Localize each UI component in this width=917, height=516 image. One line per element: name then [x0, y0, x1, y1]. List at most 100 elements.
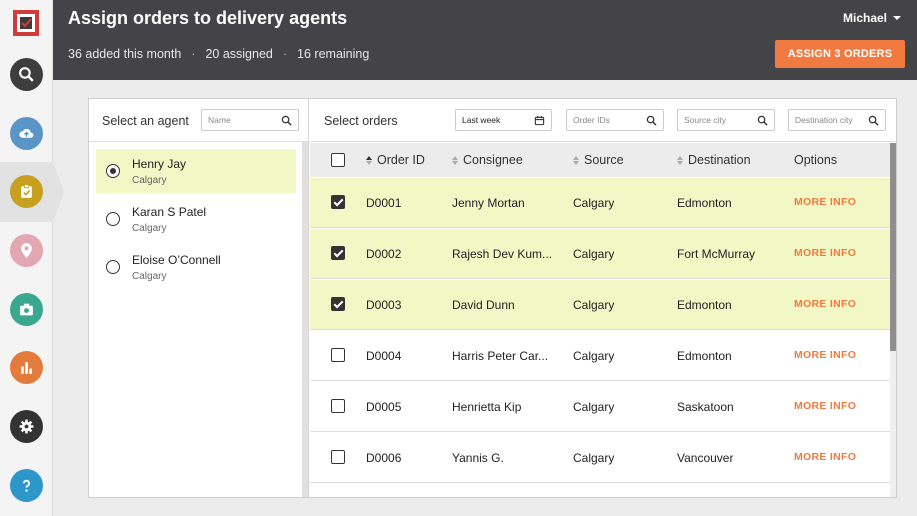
order-id-input[interactable] — [573, 115, 641, 125]
sidebar-item-settings[interactable] — [10, 410, 43, 443]
sidebar-item-reports[interactable] — [10, 351, 43, 384]
select-all-checkbox[interactable] — [331, 153, 345, 167]
search-icon[interactable] — [757, 115, 768, 126]
clipboard-check-icon — [21, 184, 32, 198]
agent-city: Calgary — [132, 223, 167, 234]
stat-assigned: 20 assigned — [205, 47, 273, 61]
date-filter[interactable] — [455, 109, 552, 131]
row-checkbox[interactable] — [331, 399, 345, 413]
assignment-panel: Select an agent Henry Jay Calgary Karan … — [88, 98, 897, 498]
date-filter-input[interactable] — [462, 115, 529, 125]
destination-city-filter — [788, 109, 886, 131]
table-row[interactable]: D0006 Yannis G. Calgary Vancouver MORE I… — [310, 433, 890, 483]
sidebar-item-orders[interactable] — [10, 175, 43, 208]
table-row[interactable]: D0003 David Dunn Calgary Edmonton MORE I… — [310, 280, 890, 330]
assign-orders-button[interactable]: ASSIGN 3 ORDERS — [775, 40, 905, 68]
destination-city: Vancouver — [677, 451, 734, 465]
sidebar-item-upload[interactable] — [10, 117, 43, 150]
more-info-link[interactable]: MORE INFO — [794, 247, 856, 259]
agent-search-input[interactable] — [208, 115, 276, 125]
consignee: Henrietta Kip — [452, 400, 522, 414]
app-logo-icon — [13, 10, 39, 36]
agent-city: Calgary — [132, 175, 167, 186]
camera-icon — [20, 303, 33, 316]
column-destination[interactable]: Destination — [677, 153, 751, 167]
cloud-upload-icon — [19, 129, 34, 138]
agents-panel: Select an agent Henry Jay Calgary Karan … — [89, 99, 309, 497]
agents-header: Select an agent — [89, 99, 308, 142]
source-city: Calgary — [573, 451, 615, 465]
location-pin-icon — [21, 243, 32, 258]
column-options: Options — [794, 153, 838, 167]
page-header: Assign orders to delivery agents 36 adde… — [53, 0, 917, 80]
agent-radio[interactable] — [106, 260, 120, 274]
more-info-link[interactable]: MORE INFO — [794, 349, 856, 361]
agent-name: Henry Jay — [132, 157, 187, 171]
orders-title: Select orders — [324, 114, 398, 128]
search-icon[interactable] — [868, 115, 879, 126]
column-source[interactable]: Source — [573, 153, 624, 167]
search-icon — [19, 67, 34, 82]
table-row[interactable]: D0004 Harris Peter Car... Calgary Edmont… — [310, 331, 890, 381]
agent-list-scrollbar[interactable] — [302, 142, 308, 497]
agent-radio[interactable] — [106, 212, 120, 226]
order-id: D0005 — [366, 400, 402, 414]
search-icon[interactable] — [646, 115, 657, 126]
agent-city: Calgary — [132, 271, 167, 282]
agent-item[interactable]: Karan S Patel Calgary — [96, 197, 296, 241]
source-city: Calgary — [573, 196, 615, 210]
order-id: D0001 — [366, 196, 402, 210]
order-id: D0003 — [366, 298, 402, 312]
sidebar-item-camera[interactable] — [10, 293, 43, 326]
row-checkbox[interactable] — [331, 450, 345, 464]
agent-radio[interactable] — [106, 164, 120, 178]
agent-list: Henry Jay Calgary Karan S Patel Calgary … — [89, 142, 302, 497]
sidebar-item-search[interactable] — [10, 58, 43, 91]
bar-chart-icon — [21, 362, 32, 374]
sort-icon — [452, 155, 458, 165]
row-checkbox[interactable] — [331, 297, 345, 311]
table-row[interactable]: D0001 Jenny Mortan Calgary Edmonton MORE… — [310, 178, 890, 228]
sidebar-item-help[interactable] — [10, 469, 43, 502]
search-icon[interactable] — [281, 115, 292, 126]
stats-summary: 36 added this month · 20 assigned · 16 r… — [68, 47, 369, 61]
sidebar-item-locations[interactable] — [10, 234, 43, 267]
destination-city: Edmonton — [677, 349, 732, 363]
source-city: Calgary — [573, 298, 615, 312]
table-row[interactable]: D0005 Henrietta Kip Calgary Saskatoon MO… — [310, 382, 890, 432]
stat-remaining: 16 remaining — [297, 47, 370, 61]
gear-icon — [19, 419, 34, 434]
more-info-link[interactable]: MORE INFO — [794, 400, 856, 412]
orders-table-header: Order ID Consignee Source Destination Op… — [310, 143, 890, 177]
source-city: Calgary — [573, 400, 615, 414]
agents-title: Select an agent — [102, 114, 189, 128]
row-checkbox[interactable] — [331, 348, 345, 362]
row-checkbox[interactable] — [331, 246, 345, 260]
orders-header: Select orders — [310, 99, 896, 142]
agent-item[interactable]: Eloise O’Connell Calgary — [96, 245, 296, 289]
order-id: D0002 — [366, 247, 402, 261]
calendar-icon[interactable] — [534, 115, 545, 126]
more-info-link[interactable]: MORE INFO — [794, 451, 856, 463]
destination-city: Edmonton — [677, 196, 732, 210]
consignee: Harris Peter Car... — [452, 349, 549, 363]
user-menu[interactable]: Michael — [843, 11, 901, 25]
more-info-link[interactable]: MORE INFO — [794, 196, 856, 208]
agent-name: Eloise O’Connell — [132, 253, 221, 267]
agent-item[interactable]: Henry Jay Calgary — [96, 149, 296, 193]
source-city-filter — [677, 109, 775, 131]
column-order-id[interactable]: Order ID — [366, 153, 425, 167]
destination-city-input[interactable] — [795, 115, 863, 125]
help-icon — [22, 479, 31, 492]
row-checkbox[interactable] — [331, 195, 345, 209]
column-consignee[interactable]: Consignee — [452, 153, 523, 167]
stat-separator: · — [191, 47, 196, 61]
more-info-link[interactable]: MORE INFO — [794, 298, 856, 310]
source-city: Calgary — [573, 349, 615, 363]
order-id: D0004 — [366, 349, 402, 363]
source-city-input[interactable] — [684, 115, 752, 125]
orders-scrollbar-thumb[interactable] — [890, 143, 896, 351]
stat-added: 36 added this month — [68, 47, 182, 61]
table-row[interactable]: D0002 Rajesh Dev Kum... Calgary Fort McM… — [310, 229, 890, 279]
order-id: D0006 — [366, 451, 402, 465]
